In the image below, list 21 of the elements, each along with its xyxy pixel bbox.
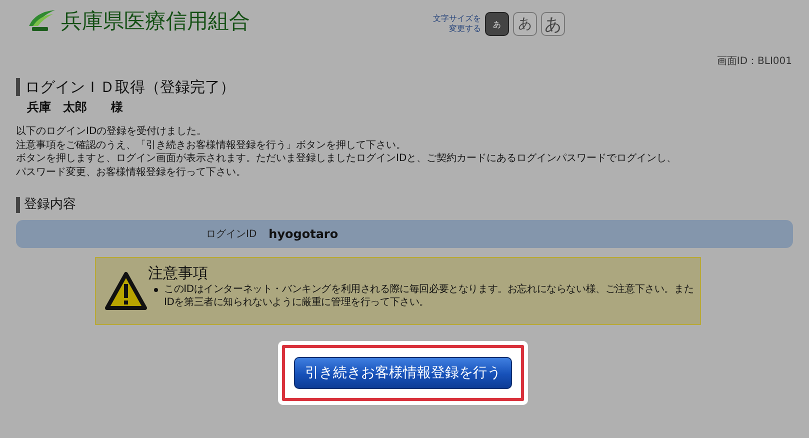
font-size-button[interactable]: あ [513, 12, 537, 36]
page-title: ログインＩＤ取得（登録完了） [16, 78, 793, 96]
message-text: 以下のログインIDの登録を受付けました。 [16, 125, 208, 138]
notice-title: 注意事項 [148, 264, 209, 282]
login-id-label: ログインID [206, 228, 257, 241]
customer-name: 兵庫 太郎 様 [26, 99, 124, 116]
continue-button[interactable]: 引き続きお客様情報登録を行う [294, 357, 512, 389]
message-text: パスワード変更、お客様情報登録を行って下さい。 [16, 166, 247, 179]
font-size-label: 文字サイズを変更する [432, 14, 481, 34]
screen-id: 画面ID：BLI001 [716, 55, 792, 68]
font-size-button[interactable]: あ [541, 12, 565, 36]
font-size-button[interactable]: あ [485, 12, 509, 36]
warning-icon [104, 271, 148, 311]
section-title: 登録内容 [16, 197, 793, 213]
bullet-icon [154, 288, 158, 292]
message-text: 注意事項をご確認のうえ、「引き続きお客様情報登録を行う」ボタンを押して下さい。 [16, 138, 407, 152]
message-text: ボタンを押しますと、ログイン画面が表示されます。ただいま登録しましたログインIDと、ご契約カードにあるログインパスワードでログインし、 [16, 152, 678, 166]
login-id-value: hyogotaro [268, 227, 338, 241]
notice-text: このIDはインターネット・バンキングを利用される際に毎回必要となります。お忘れにならない様、ご注意下さい。またIDを第三者に知られないように厳重に管理を行って下さい。 [164, 283, 694, 309]
logo-icon [27, 8, 57, 32]
site-title: 兵庫県医療信用組合 [61, 8, 250, 34]
